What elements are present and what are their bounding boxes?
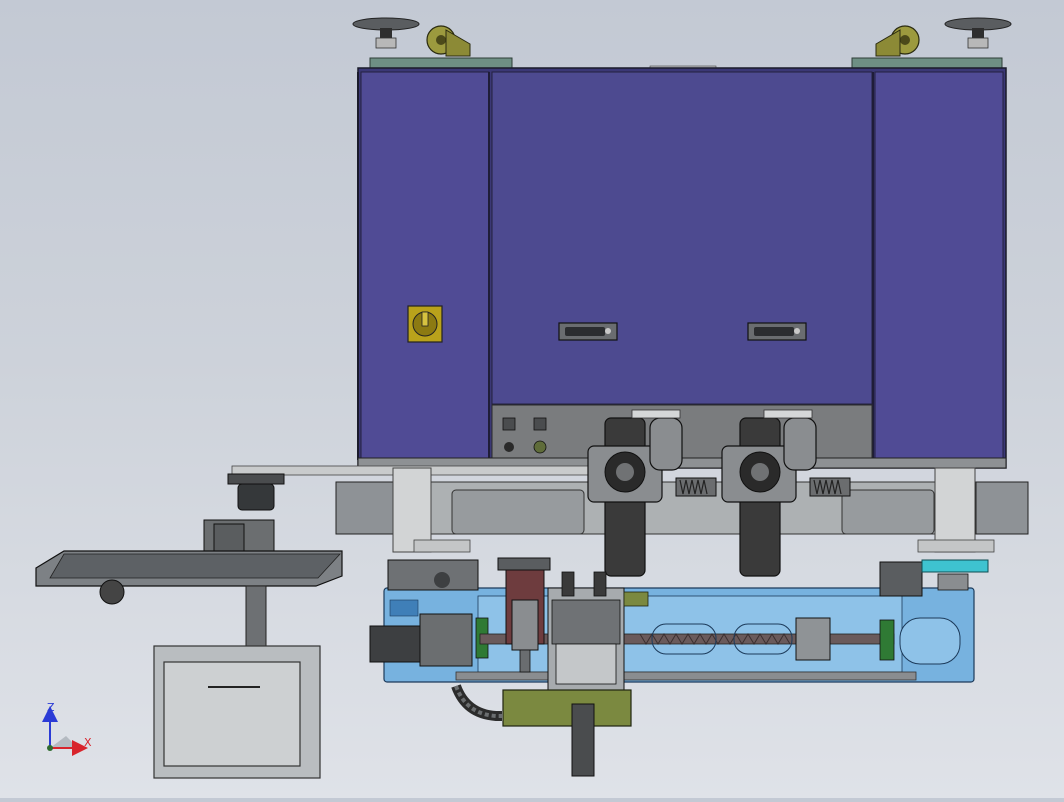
leveling-foot-right bbox=[944, 17, 1012, 49]
support-post bbox=[245, 585, 267, 647]
cabinet-panel-right bbox=[874, 71, 1004, 461]
main-power-switch bbox=[407, 305, 443, 343]
x-axis-label: X bbox=[84, 736, 92, 749]
cad-viewport[interactable]: Z X bbox=[0, 0, 1064, 798]
mount-plate-left bbox=[369, 57, 513, 69]
view-triad: Z X bbox=[42, 701, 92, 756]
screw-nut-block bbox=[795, 617, 831, 661]
door-handle-right bbox=[747, 322, 807, 341]
main-cabinet bbox=[357, 67, 1007, 469]
top-hardware bbox=[352, 17, 1012, 72]
mount-plate-right bbox=[851, 57, 1003, 69]
collection-tray bbox=[35, 550, 343, 605]
leveling-foot-left bbox=[352, 17, 420, 49]
olive-base-block bbox=[502, 689, 632, 727]
stage-left-support bbox=[387, 559, 479, 591]
z-axis-label: Z bbox=[47, 701, 55, 714]
cabinet-panel-center bbox=[491, 71, 873, 405]
teal-sensor-block bbox=[921, 559, 989, 573]
caster-wheel-left bbox=[426, 25, 471, 57]
cabinet-panel-left bbox=[360, 71, 490, 461]
drawer-box bbox=[153, 645, 321, 779]
assembly-drawing: Z X bbox=[35, 17, 1029, 779]
linear-stage bbox=[369, 587, 975, 683]
caster-wheel-right bbox=[875, 25, 920, 57]
door-handle-left bbox=[558, 322, 618, 341]
cylinder-rod bbox=[571, 703, 595, 777]
servo-motor bbox=[369, 625, 421, 663]
cable-chain bbox=[451, 684, 502, 721]
